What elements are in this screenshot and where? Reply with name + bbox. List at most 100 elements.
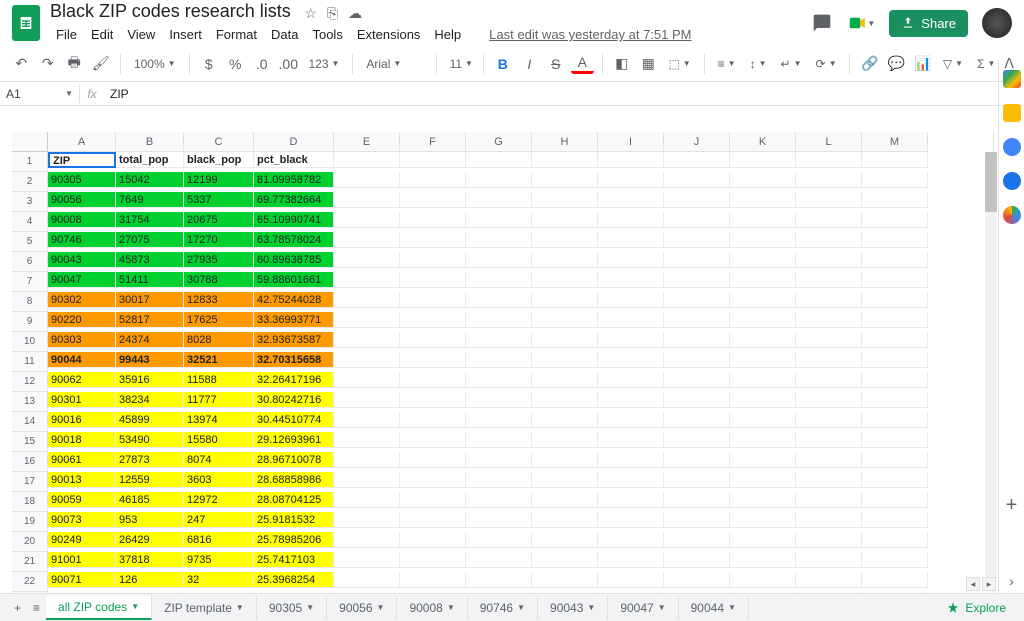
cell[interactable] (400, 172, 466, 188)
cell[interactable] (664, 152, 730, 168)
col-header[interactable]: D (254, 132, 334, 152)
cell[interactable]: 69.77382664 (254, 192, 334, 208)
col-header[interactable]: J (664, 132, 730, 152)
cell[interactable] (796, 332, 862, 348)
cell[interactable] (598, 432, 664, 448)
fontsize-dropdown[interactable]: 11▼ (445, 57, 475, 71)
cell[interactable]: 33.36993771 (254, 312, 334, 328)
cell[interactable] (730, 332, 796, 348)
menu-data[interactable]: Data (265, 24, 304, 45)
cell[interactable]: 247 (184, 512, 254, 528)
cell[interactable] (664, 292, 730, 308)
dec-decrease-icon[interactable]: .0 (251, 52, 274, 76)
cell[interactable] (730, 432, 796, 448)
redo-icon[interactable]: ↷ (37, 52, 60, 76)
cell[interactable] (664, 552, 730, 568)
cell[interactable]: 90303 (48, 332, 116, 348)
cell[interactable]: 126 (116, 572, 184, 588)
cell[interactable] (730, 172, 796, 188)
cell[interactable] (334, 312, 400, 328)
cell[interactable] (334, 352, 400, 368)
cell[interactable]: 27873 (116, 452, 184, 468)
row-header[interactable]: 11 (12, 352, 48, 372)
cell[interactable] (796, 552, 862, 568)
cell[interactable]: 38234 (116, 392, 184, 408)
cell[interactable] (862, 372, 928, 388)
cell[interactable]: 90062 (48, 372, 116, 388)
paint-format-icon[interactable]: 🖌 (90, 52, 113, 76)
cell[interactable]: 28.68858986 (254, 472, 334, 488)
cell[interactable]: 46185 (116, 492, 184, 508)
cell[interactable]: 30017 (116, 292, 184, 308)
filter-icon[interactable]: ▽▼ (938, 57, 968, 71)
cell[interactable] (532, 152, 598, 168)
cell[interactable] (730, 292, 796, 308)
cell[interactable] (400, 352, 466, 368)
keep-icon[interactable] (1003, 104, 1021, 122)
cell[interactable]: 90008 (48, 212, 116, 228)
cell[interactable]: 90071 (48, 572, 116, 588)
vertical-scrollbar[interactable] (985, 152, 997, 579)
cell[interactable] (466, 532, 532, 548)
row-header[interactable]: 12 (12, 372, 48, 392)
cell[interactable] (730, 212, 796, 228)
cell[interactable] (598, 332, 664, 348)
cell[interactable] (796, 312, 862, 328)
cell[interactable] (664, 352, 730, 368)
cell[interactable]: 90061 (48, 452, 116, 468)
cell[interactable] (466, 292, 532, 308)
cell[interactable] (466, 512, 532, 528)
cell[interactable]: 24374 (116, 332, 184, 348)
cell[interactable] (334, 392, 400, 408)
row-header[interactable]: 16 (12, 452, 48, 472)
sheet-tab[interactable]: 90008▼ (397, 596, 467, 620)
cell[interactable] (796, 532, 862, 548)
row-header[interactable]: 21 (12, 552, 48, 572)
cell[interactable] (466, 552, 532, 568)
sheet-tab[interactable]: all ZIP codes▼ (46, 596, 152, 620)
cell[interactable] (598, 292, 664, 308)
cell[interactable] (862, 552, 928, 568)
cell[interactable]: total_pop (116, 152, 184, 168)
cell[interactable] (598, 192, 664, 208)
cell[interactable]: 90047 (48, 272, 116, 288)
cell[interactable] (796, 192, 862, 208)
cell[interactable] (532, 412, 598, 428)
cell[interactable] (862, 432, 928, 448)
spreadsheet-grid[interactable]: ABCDEFGHIJKLM1ZIPtotal_popblack_poppct_b… (12, 132, 993, 593)
row-header[interactable]: 9 (12, 312, 48, 332)
cell[interactable] (862, 352, 928, 368)
cell[interactable] (532, 452, 598, 468)
cell[interactable] (466, 432, 532, 448)
row-header[interactable]: 17 (12, 472, 48, 492)
row-header[interactable]: 18 (12, 492, 48, 512)
row-header[interactable]: 15 (12, 432, 48, 452)
cell[interactable] (730, 552, 796, 568)
name-box[interactable]: A1▼ (0, 85, 80, 103)
cell[interactable] (532, 532, 598, 548)
cell[interactable] (598, 552, 664, 568)
cell[interactable]: black_pop (184, 152, 254, 168)
sheet-tab[interactable]: ZIP template▼ (152, 596, 257, 620)
cell[interactable] (334, 432, 400, 448)
cell[interactable] (334, 372, 400, 388)
cell[interactable] (466, 192, 532, 208)
cell[interactable] (796, 372, 862, 388)
cell[interactable] (862, 412, 928, 428)
cell[interactable] (334, 272, 400, 288)
cell[interactable] (400, 412, 466, 428)
cell[interactable] (664, 332, 730, 348)
cell[interactable]: 28.96710078 (254, 452, 334, 468)
cell[interactable] (796, 252, 862, 268)
cell[interactable] (400, 212, 466, 228)
cell[interactable] (664, 432, 730, 448)
cell[interactable]: 7649 (116, 192, 184, 208)
cell[interactable] (334, 552, 400, 568)
cell[interactable] (400, 512, 466, 528)
cell[interactable]: 32.93673587 (254, 332, 334, 348)
cell[interactable] (664, 572, 730, 588)
cell[interactable] (466, 172, 532, 188)
cell[interactable] (466, 312, 532, 328)
sheets-logo[interactable] (12, 5, 40, 41)
cell[interactable] (400, 392, 466, 408)
